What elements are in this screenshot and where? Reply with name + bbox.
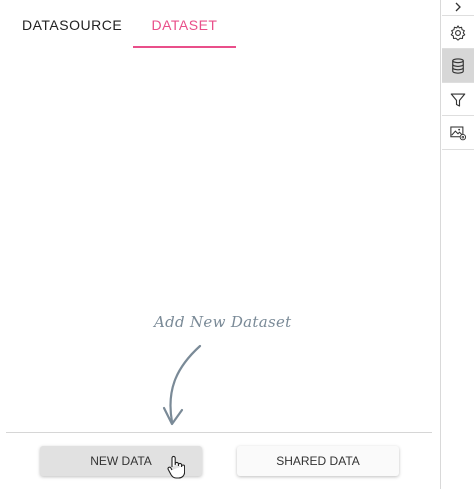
add-new-dataset-hint: Add New Dataset bbox=[154, 313, 292, 331]
chevron-right-icon bbox=[455, 2, 461, 12]
tab-dataset[interactable]: DATASET bbox=[133, 16, 236, 48]
database-icon bbox=[452, 57, 464, 74]
active-tab-indicator bbox=[133, 46, 236, 48]
hint-arrow-icon bbox=[162, 344, 202, 426]
collapse-sidebar-button[interactable] bbox=[442, 0, 474, 14]
gear-icon bbox=[450, 24, 466, 41]
dataset-panel: DATASOURCE DATASET Add New Dataset NEW D… bbox=[0, 0, 440, 489]
filter-icon bbox=[450, 92, 466, 107]
sidebar-item-data[interactable] bbox=[442, 49, 474, 82]
image-settings-icon bbox=[450, 125, 467, 140]
footer-divider bbox=[6, 432, 432, 433]
tab-bar: DATASOURCE DATASET bbox=[0, 0, 440, 50]
shared-data-button[interactable]: SHARED DATA bbox=[237, 446, 399, 476]
sidebar-item-filter[interactable] bbox=[442, 83, 474, 116]
tab-datasource[interactable]: DATASOURCE bbox=[22, 16, 122, 48]
sidebar-item-settings[interactable] bbox=[442, 16, 474, 49]
sidebar-item-image-settings[interactable] bbox=[442, 116, 474, 149]
sidebar-divider bbox=[442, 149, 474, 150]
hand-cursor-icon bbox=[167, 455, 185, 479]
right-sidebar bbox=[440, 0, 474, 489]
